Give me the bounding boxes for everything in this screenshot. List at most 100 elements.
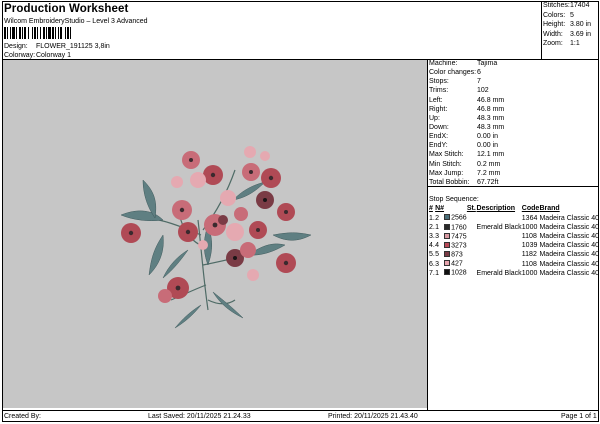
- row-needle: 2: [435, 214, 439, 222]
- worksheet-footer: Created By: Last Saved: 20/11/2025 21.24…: [3, 412, 599, 422]
- info-value: Tajima: [477, 60, 498, 67]
- info-value: 46.8 mm: [477, 105, 505, 113]
- color-number: 1028: [451, 269, 467, 277]
- row-stitches: [467, 214, 477, 223]
- row-description: [477, 232, 522, 241]
- info-value: 0.00 in: [477, 133, 499, 141]
- zoom-value: 1:1: [570, 40, 580, 48]
- info-row: Right: 46.8 mm: [429, 106, 599, 115]
- info-label: Total Bobbin:: [429, 178, 470, 186]
- row-brand: Madeira Classic 40: [539, 242, 599, 250]
- rule-summary-divider: [541, 1, 542, 59]
- row-description: [477, 251, 522, 260]
- row-description: [477, 242, 522, 251]
- last-saved: Last Saved: 20/11/2025 21.24.33: [148, 413, 251, 420]
- color-swatch: [444, 232, 451, 239]
- row-code: 1182: [521, 251, 537, 259]
- info-label: Left:: [429, 96, 443, 104]
- machine-info-panel: Machine: Tajima Color changes: 6 Stops: 7 T…: [429, 60, 599, 188]
- summary-panel: Stitches: 17404 Colors: 5 Height: 3.80 i…: [543, 2, 599, 50]
- info-label: EndY:: [429, 142, 448, 150]
- table-row: 5. 5 873 1182 Madeira Classic 40: [429, 251, 599, 260]
- height-value: 3.80 in: [570, 21, 592, 29]
- info-row: EndX: 0.00 in: [429, 133, 599, 142]
- row-description: Emerald Black: [476, 223, 522, 231]
- info-value: 6: [477, 69, 481, 77]
- row-code: 1000: [521, 269, 538, 277]
- color-swatch: [444, 260, 451, 267]
- barcode: [4, 27, 126, 39]
- info-row: Trims: 102: [429, 87, 599, 96]
- info-row: Down: 48.3 mm: [429, 124, 599, 133]
- info-value: 48.3 mm: [477, 114, 505, 122]
- row-description: [477, 214, 522, 223]
- row-stitches: [467, 260, 477, 269]
- design-preview: [3, 60, 427, 408]
- table-row: 3. 3 7475 1108 Madeira Classic 40: [429, 232, 599, 241]
- row-description: [477, 260, 522, 269]
- stop-sequence-table: # N# St. Description Code Brand 1. 2 2566 1…: [429, 205, 599, 278]
- colors-value: 5: [570, 11, 574, 19]
- info-row: Stops: 7: [429, 78, 599, 87]
- width-value: 3.69 in: [570, 30, 592, 38]
- row-needle: 3: [435, 260, 439, 268]
- color-swatch: [444, 214, 451, 221]
- worksheet-header: Production Worksheet Wilcom EmbroiderySt…: [3, 2, 541, 60]
- info-label: Stops:: [429, 78, 449, 86]
- design-row: Design: FLOWER_191125 3,8in: [4, 43, 110, 51]
- info-row: Left: 46.8 mm: [429, 97, 599, 106]
- rule-top: [2, 1, 599, 2]
- table-row: 2. 1 1760 Emerald Black 1000 Madeira Classic …: [429, 223, 599, 232]
- worksheet-page: Production Worksheet Wilcom EmbroiderySt…: [0, 0, 600, 424]
- row-brand: Madeira Classic 40: [539, 214, 599, 222]
- row-description: Emerald Black: [476, 269, 522, 277]
- info-label: Min Stitch:: [429, 160, 462, 168]
- col-header-code: Code: [521, 205, 540, 213]
- info-value: 46.8 mm: [477, 96, 505, 104]
- width-label: Width:: [543, 30, 563, 38]
- table-row: 7. 1 1028 Emerald Black 1000 Madeira Classic …: [429, 269, 599, 278]
- row-color: 427: [444, 260, 467, 269]
- zoom-row: Zoom: 1:1: [543, 40, 599, 50]
- info-value: 7.2 mm: [477, 169, 501, 177]
- colors-label: Colors:: [543, 11, 566, 19]
- color-number: 3273: [451, 242, 467, 250]
- flowers: [121, 146, 296, 303]
- row-color: 7475: [444, 232, 467, 241]
- row-stitches: [467, 232, 477, 241]
- table-row: 1. 2 2566 1364 Madeira Classic 40: [429, 214, 599, 223]
- row-color: 1028: [444, 269, 467, 278]
- info-value: 12.1 mm: [477, 151, 505, 159]
- row-stitches: [467, 223, 477, 232]
- row-code: 1039: [521, 242, 538, 250]
- color-number: 2566: [451, 214, 467, 222]
- stop-sequence-panel: Stop Sequence: # N# St. Description Code…: [429, 196, 599, 278]
- height-row: Height: 3.80 in: [543, 21, 599, 31]
- stop-sequence-title: Stop Sequence:: [429, 196, 479, 203]
- embroidery-design-image: [120, 146, 312, 329]
- row-brand: Madeira Classic 40: [539, 260, 599, 268]
- color-number: 7475: [451, 233, 467, 241]
- stitches-value: 17404: [570, 2, 590, 9]
- row-stitches: [467, 251, 477, 260]
- color-number: 873: [451, 251, 463, 259]
- barcode-bar: [70, 27, 71, 39]
- info-row: Up: 48.3 mm: [429, 115, 599, 124]
- row-brand: Madeira Classic 40: [539, 232, 599, 240]
- colors-row: Colors: 5: [543, 12, 599, 22]
- rule-footer-top: [2, 410, 599, 411]
- info-label: Up:: [429, 114, 440, 122]
- info-row: Total Bobbin: 67.72ft: [429, 179, 599, 188]
- width-row: Width: 3.69 in: [543, 31, 599, 41]
- info-value: 48.3 mm: [477, 123, 505, 131]
- info-value: 0.00 in: [477, 142, 499, 150]
- info-value: 67.72ft: [477, 178, 499, 186]
- info-row: Machine: Tajima: [429, 60, 599, 69]
- info-label: Down:: [429, 123, 449, 131]
- row-brand: Madeira Classic 40: [539, 223, 599, 231]
- info-value: 0.2 mm: [477, 160, 501, 168]
- row-needle: 1: [435, 223, 439, 231]
- design-value: FLOWER_191125 3,8in: [36, 43, 110, 50]
- col-header-description: Description: [476, 205, 516, 213]
- row-color: 873: [444, 251, 467, 260]
